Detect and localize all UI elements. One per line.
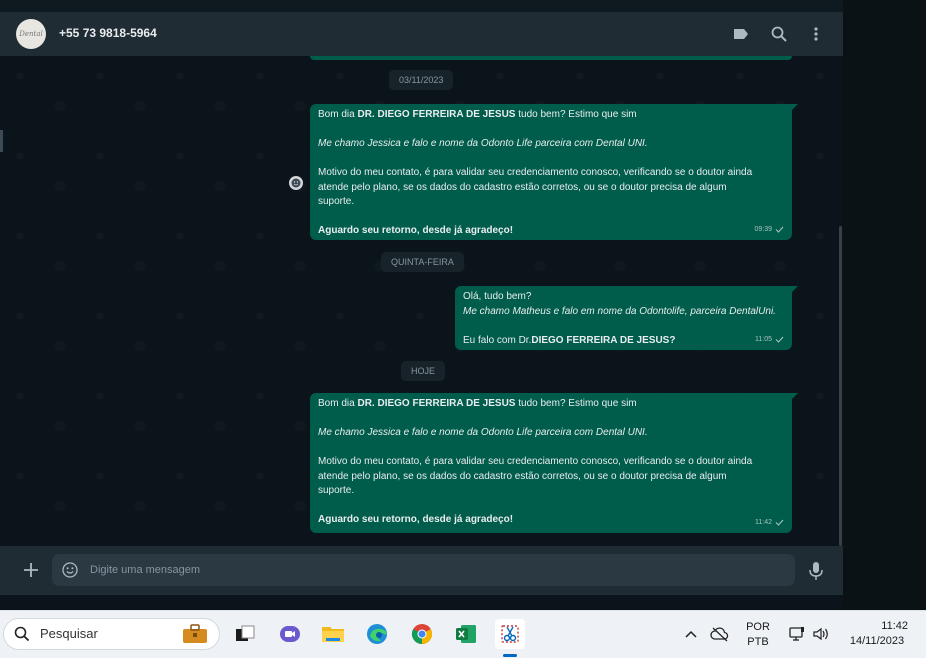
message-line: Motivo do meu contato, é para validar se… <box>318 456 753 467</box>
message-line: suporte. <box>318 196 355 207</box>
microphone-icon[interactable] <box>806 560 826 582</box>
chat-scrollbar[interactable] <box>839 226 842 546</box>
window-top-strip <box>0 0 926 12</box>
text: Bom dia <box>318 398 358 409</box>
message-line: Eu falo com Dr.DIEGO FERREIRA DE JESUS? <box>463 334 784 349</box>
keyboard-layout: PTB <box>747 636 769 648</box>
message-bubble-outgoing[interactable]: Bom dia DR. DIEGO FERREIRA DE JESUS tudo… <box>310 104 798 240</box>
whatsapp-window: Dental +55 73 9818-5964 03/11/2023 Bom d… <box>0 12 843 595</box>
message-line: Me chamo Matheus e falo em nome da Odont… <box>463 305 776 317</box>
briefcase-icon <box>183 624 207 643</box>
bubble-tail <box>792 286 798 292</box>
text: Bom dia <box>318 109 358 120</box>
message-line: Me chamo Jessica e falo e nome da Odonto… <box>318 138 648 149</box>
message-meta: 11:05 <box>755 333 784 348</box>
text: tudo bem? Estimo que sim <box>515 398 637 409</box>
bold-text: Aguardo seu retorno, desde já agradeço! <box>318 225 514 236</box>
message-meta: 09:39 <box>754 223 784 238</box>
clock-date: 14/11/2023 <box>849 635 905 647</box>
teams-chat-icon[interactable] <box>275 619 305 649</box>
single-check-icon <box>775 336 784 344</box>
text: tudo bem? Estimo que sim <box>515 109 637 120</box>
file-explorer-icon[interactable] <box>318 619 348 649</box>
volume-icon[interactable] <box>806 619 836 649</box>
react-emoji-icon[interactable] <box>289 176 303 190</box>
avatar-logo-text: Dental <box>19 30 43 38</box>
label-icon[interactable] <box>731 24 751 44</box>
bubble-tail <box>792 393 798 399</box>
background-area <box>843 0 926 610</box>
chrome-browser-icon[interactable] <box>407 619 437 649</box>
task-view-icon[interactable] <box>230 619 260 649</box>
bold-text: DR. DIEGO FERREIRA DE JESUS <box>357 398 516 409</box>
search-icon <box>14 626 30 642</box>
message-time: 11:05 <box>755 335 772 343</box>
text: Eu falo com Dr. <box>463 334 532 346</box>
bold-text: DR. DIEGO FERREIRA DE JESUS <box>357 109 516 120</box>
message-line: atende pelo plano, se os dados do cadast… <box>318 470 727 482</box>
message-line: Motivo do meu contato, é para validar se… <box>318 167 753 178</box>
message-input-placeholder: Digite uma mensagem <box>90 564 201 576</box>
chevron-up-icon[interactable] <box>676 619 706 649</box>
message-line: Aguardo seu retorno, desde já agradeço! <box>318 224 784 239</box>
excel-icon[interactable] <box>451 619 481 649</box>
date-separator: HOJE <box>401 361 446 381</box>
clock-time: 11:42 <box>881 620 908 632</box>
message-line: Aguardo seu retorno, desde já agradeço! <box>318 513 784 528</box>
clock[interactable]: 11:42 14/11/2023 <box>840 619 914 649</box>
windows-taskbar: Pesquisar POR PTB 11:42 14/11/2023 <box>0 610 926 658</box>
language-code: POR <box>746 621 770 633</box>
date-separator: 03/11/2023 <box>389 70 454 90</box>
message-time: 11:42 <box>755 518 772 526</box>
message-line: suporte. <box>318 485 355 496</box>
contact-avatar[interactable]: Dental <box>16 19 46 49</box>
message-time: 09:39 <box>754 225 772 233</box>
bold-text: ? <box>669 334 676 346</box>
bold-text: DIEGO FERREIRA DE JESUS <box>531 334 670 346</box>
panel-resize-handle[interactable] <box>0 130 3 152</box>
search-label: Pesquisar <box>40 626 98 641</box>
message-bubble-outgoing[interactable]: Olá, tudo bem? Me chamo Matheus e falo e… <box>455 286 798 350</box>
search-icon[interactable] <box>769 24 789 44</box>
message-line: Bom dia DR. DIEGO FERREIRA DE JESUS tudo… <box>318 397 784 412</box>
attach-plus-icon[interactable] <box>21 560 41 580</box>
bubble-tail <box>792 104 798 110</box>
edge-browser-icon[interactable] <box>362 619 392 649</box>
contact-name[interactable]: +55 73 9818-5964 <box>59 26 157 40</box>
message-input[interactable]: Digite uma mensagem <box>52 554 795 586</box>
date-separator: QUINTA-FEIRA <box>381 252 464 272</box>
snipping-tool-icon[interactable] <box>495 619 525 649</box>
bold-text: Aguardo seu retorno, desde já agradeço! <box>318 514 514 525</box>
chat-header: Dental +55 73 9818-5964 <box>0 12 843 56</box>
message-meta: 11:42 <box>755 516 784 531</box>
message-line: Bom dia DR. DIEGO FERREIRA DE JESUS tudo… <box>318 108 784 123</box>
message-composer: Digite uma mensagem <box>0 546 843 595</box>
message-bubble-outgoing[interactable]: Bom dia DR. DIEGO FERREIRA DE JESUS tudo… <box>310 393 798 533</box>
chat-area[interactable]: 03/11/2023 Bom dia DR. DIEGO FERREIRA DE… <box>0 56 843 546</box>
message-line: atende pelo plano, se os dados do cadast… <box>318 181 727 193</box>
emoji-icon[interactable] <box>62 562 78 578</box>
kebab-menu-icon[interactable] <box>806 24 826 44</box>
single-check-icon <box>775 519 784 527</box>
language-indicator[interactable]: POR PTB <box>740 620 776 650</box>
previous-message-bubble <box>310 56 792 60</box>
message-line: Olá, tudo bem? <box>463 291 532 302</box>
taskbar-search[interactable]: Pesquisar <box>3 618 220 650</box>
cloud-offline-icon[interactable] <box>705 619 735 649</box>
message-line: Me chamo Jessica e falo e nome da Odonto… <box>318 427 648 438</box>
single-check-icon <box>775 226 784 234</box>
